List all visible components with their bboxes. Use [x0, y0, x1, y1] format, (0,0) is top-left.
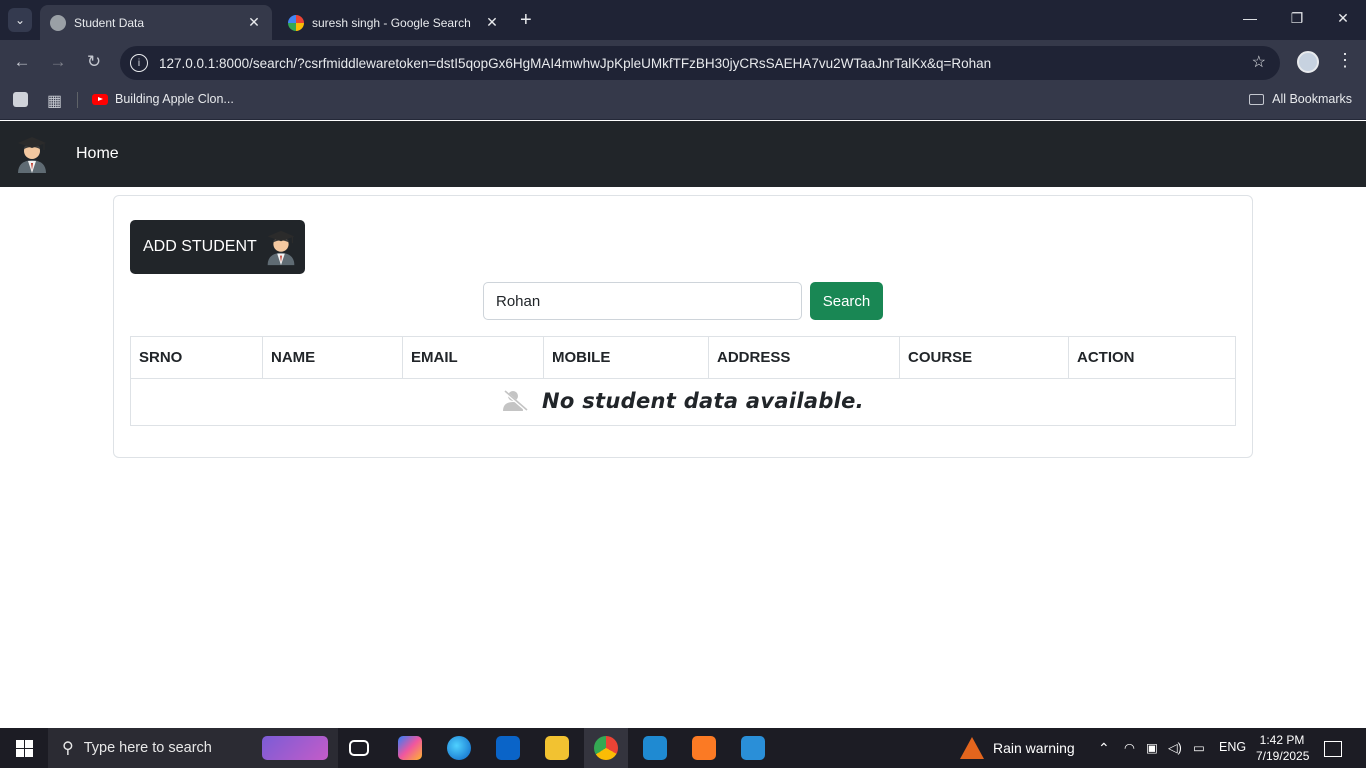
nav-home-link[interactable]: Home	[76, 145, 119, 163]
back-icon[interactable]: ←	[11, 52, 33, 72]
column-header-name: NAME	[262, 336, 403, 379]
copilot-icon[interactable]	[398, 736, 422, 760]
browser-toolbar: ← → ↻ i 127.0.0.1:8000/search/?csrfmiddl…	[0, 40, 1366, 86]
extension-icon[interactable]	[13, 92, 28, 107]
bookmark-label: Building Apple Clon...	[115, 92, 234, 106]
browser-menu-icon[interactable]: ⋮	[1336, 50, 1354, 71]
close-window-icon[interactable]: ✕	[1320, 10, 1366, 27]
bookmark-item[interactable]: Building Apple Clon...	[92, 92, 234, 106]
tab-google-search[interactable]: suresh singh - Google Search ✕	[278, 5, 510, 40]
search-icon: ⚲	[62, 740, 74, 757]
close-tab-icon[interactable]: ✕	[484, 14, 500, 31]
forward-icon[interactable]: →	[47, 52, 69, 72]
edge-icon[interactable]	[447, 736, 471, 760]
column-header-mobile: MOBILE	[543, 336, 709, 379]
outlook-icon[interactable]	[496, 736, 520, 760]
table-header-row: SRNO NAME EMAIL MOBILE ADDRESS COURSE AC…	[130, 336, 1236, 379]
chrome-icon[interactable]	[594, 736, 618, 760]
restore-icon[interactable]: ❐	[1274, 10, 1320, 27]
user-slash-icon	[503, 389, 528, 411]
search-button[interactable]: Search	[810, 282, 883, 320]
apps-grid-icon[interactable]: ▦	[47, 91, 62, 111]
reload-icon[interactable]: ↻	[83, 52, 105, 72]
globe-icon	[50, 14, 66, 31]
all-bookmarks-label: All Bookmarks	[1272, 92, 1352, 106]
empty-row: No student data available.	[130, 378, 1236, 426]
taskbar-search-placeholder: Type here to search	[83, 740, 212, 756]
browser-tab-bar: ⌄ Student Data ✕ suresh singh - Google S…	[0, 0, 1366, 40]
graduate-avatar-icon[interactable]	[14, 133, 50, 175]
show-hidden-icons[interactable]: ⌃	[1098, 740, 1110, 757]
taskbar-clock[interactable]: 1:42 PM 7/19/2025	[1256, 732, 1310, 764]
notification-icon[interactable]	[1324, 741, 1342, 757]
add-student-label: ADD STUDENT	[143, 238, 257, 255]
column-header-srno: SRNO	[130, 336, 263, 379]
column-header-email: EMAIL	[402, 336, 544, 379]
network-icon[interactable]: ◠	[1124, 740, 1135, 755]
tab-title: Student Data	[74, 15, 145, 30]
minimize-icon[interactable]: —	[1227, 10, 1273, 26]
url-text[interactable]: 127.0.0.1:8000/search/?csrfmiddlewaretok…	[159, 56, 991, 71]
language-indicator[interactable]: ENG	[1219, 740, 1246, 754]
task-view-icon[interactable]	[349, 740, 369, 756]
search-highlight-icon[interactable]	[262, 736, 328, 760]
empty-cell: No student data available.	[130, 378, 1236, 426]
battery-icon[interactable]: ▭	[1193, 740, 1205, 755]
new-tab-icon[interactable]: +	[520, 10, 532, 30]
xampp-icon[interactable]	[692, 736, 716, 760]
site-info-icon[interactable]: i	[130, 54, 148, 72]
empty-message: No student data available.	[542, 388, 864, 413]
folder-icon	[1249, 93, 1265, 105]
meet-icon[interactable]: ▣	[1146, 740, 1158, 755]
close-tab-icon[interactable]: ✕	[246, 14, 262, 31]
column-header-action: ACTION	[1068, 336, 1236, 379]
graduate-icon	[267, 230, 295, 266]
tab-title: suresh singh - Google Search	[312, 15, 471, 30]
app-navbar	[0, 121, 1366, 187]
weather-text[interactable]: Rain warning	[993, 740, 1075, 756]
student-search-input[interactable]	[483, 282, 802, 320]
clock-time: 1:42 PM	[1259, 733, 1305, 747]
add-student-button[interactable]: ADD STUDENT	[130, 220, 305, 274]
vscode-icon[interactable]	[643, 736, 667, 760]
tab-student-data[interactable]: Student Data ✕	[40, 5, 272, 40]
column-header-address: ADDRESS	[708, 336, 900, 379]
bookmarks-divider	[77, 92, 78, 108]
windows-start-icon[interactable]	[16, 740, 33, 757]
profile-avatar[interactable]	[1297, 51, 1319, 73]
empty-state: No student data available.	[502, 389, 864, 413]
photos-icon[interactable]	[741, 736, 765, 760]
address-bar[interactable]: i 127.0.0.1:8000/search/?csrfmiddlewaret…	[120, 46, 1280, 80]
file-explorer-icon[interactable]	[545, 736, 569, 760]
column-header-course: COURSE	[899, 336, 1069, 379]
student-table: SRNO NAME EMAIL MOBILE ADDRESS COURSE AC…	[130, 336, 1236, 426]
google-icon	[288, 14, 304, 31]
youtube-icon	[92, 93, 108, 105]
all-bookmarks-button[interactable]: All Bookmarks	[1249, 92, 1352, 106]
bookmark-star-icon[interactable]: ☆	[1252, 52, 1266, 72]
clock-date: 7/19/2025	[1256, 749, 1310, 763]
tab-search-button[interactable]: ⌄	[8, 8, 32, 32]
volume-icon[interactable]: ◁)	[1168, 740, 1182, 755]
